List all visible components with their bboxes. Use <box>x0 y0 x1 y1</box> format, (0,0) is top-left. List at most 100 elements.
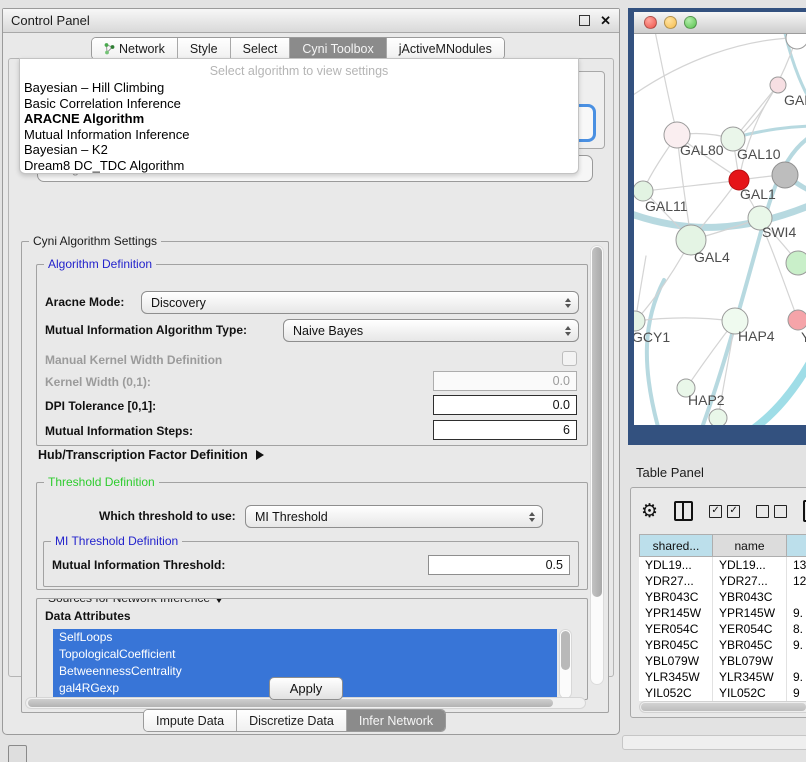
network-edge[interactable] <box>737 85 778 135</box>
tab-jactivemnodules[interactable]: jActiveMNodules <box>387 38 504 59</box>
algorithm-option-mutual-information-inference[interactable]: Mutual Information Inference <box>20 127 578 143</box>
table-cell: YDR27... <box>639 573 713 589</box>
manual-kernel-label: Manual Kernel Width Definition <box>45 353 222 367</box>
table-cell: YBR045C <box>639 637 713 653</box>
node-hap2-label: HAP2 <box>688 392 725 408</box>
network-edge[interactable] <box>636 256 646 318</box>
table-row[interactable]: YDR27...YDR27...12 <box>639 573 806 589</box>
table-row[interactable]: YBR043CYBR043C <box>639 589 806 605</box>
scrollbar-thumb[interactable] <box>592 247 602 597</box>
deselect-all-columns-icon[interactable] <box>756 505 787 518</box>
maximize-window-icon[interactable] <box>684 16 697 29</box>
table-cell: YIL052C <box>639 685 713 701</box>
table-cell <box>787 589 806 605</box>
attribute-item-selfloops[interactable]: SelfLoops <box>53 629 557 646</box>
table-row[interactable]: YLR345WYLR345W9. <box>639 669 806 685</box>
hub-definition-expander[interactable]: Hub/Transcription Factor Definition <box>38 448 264 462</box>
float-window-icon[interactable] <box>579 15 590 26</box>
mi-type-value: Naive Bayes <box>293 324 363 338</box>
close-panel-icon[interactable]: ✕ <box>600 13 611 29</box>
network-window-titlebar[interactable] <box>634 12 806 34</box>
network-edge[interactable] <box>644 181 735 191</box>
table-cell: YBR045C <box>713 637 787 653</box>
mi-type-combobox[interactable]: Naive Bayes <box>283 319 579 342</box>
network-view-window: GALGAL80GAL10GAL1GAL11SWI4GAL4GCY1HAP4YH… <box>628 8 806 445</box>
scrollbar-thumb[interactable] <box>28 699 553 707</box>
aracne-mode-value: Discovery <box>151 296 206 310</box>
network-view-inner: GALGAL80GAL10GAL1GAL11SWI4GAL4GCY1HAP4YH… <box>634 12 806 425</box>
network-edge[interactable] <box>654 34 676 129</box>
tab-discretize-data[interactable]: Discretize Data <box>237 710 347 731</box>
tab-style[interactable]: Style <box>178 38 231 59</box>
network-edge[interactable] <box>746 352 806 425</box>
table-row[interactable]: YPR145WYPR145W9. <box>639 605 806 621</box>
apply-button[interactable]: Apply <box>269 677 343 700</box>
node-table: shared...nameAYDL19...YDL19...13YDR27...… <box>639 534 806 701</box>
gear-icon[interactable]: ⚙ <box>641 502 658 521</box>
tab-network[interactable]: Network <box>92 38 178 59</box>
algorithm-option-aracne-algorithm[interactable]: ARACNE Algorithm <box>20 111 578 127</box>
dpi-tolerance-row: DPI Tolerance [0,1]: 0.0 <box>37 395 587 419</box>
table-panel: ⚙ ✓✓ shared...nameAYDL19...YDL19...13YDR… <box>630 487 806 718</box>
node-hap4-label: HAP4 <box>738 328 775 344</box>
node-green-right[interactable] <box>786 251 806 275</box>
table-horizontal-scrollbar[interactable] <box>639 701 806 713</box>
tab-label: Cyni Toolbox <box>302 42 373 56</box>
attributes-list-scrollbar[interactable] <box>559 629 572 699</box>
mi-steps-field[interactable]: 6 <box>433 420 577 440</box>
table-cell: YLR345W <box>639 669 713 685</box>
node-gcy1[interactable] <box>634 311 645 331</box>
select-all-columns-icon[interactable]: ✓✓ <box>709 505 740 518</box>
columns-icon[interactable] <box>674 501 693 521</box>
tab-label: Select <box>243 42 278 56</box>
scrollbar-thumb[interactable] <box>641 703 806 711</box>
node-unnamed-gray[interactable] <box>772 162 798 188</box>
node-gal4-label: GAL4 <box>694 249 730 265</box>
attribute-item-topologicalcoefficient[interactable]: TopologicalCoefficient <box>53 646 557 663</box>
tab-label: Infer Network <box>359 714 433 728</box>
algorithm-definition-title: Algorithm Definition <box>44 257 156 271</box>
mi-threshold-field[interactable]: 0.5 <box>428 555 570 575</box>
table-row[interactable]: YBR045CYBR045C9. <box>639 637 806 653</box>
which-threshold-label: Which threshold to use: <box>99 509 236 523</box>
algorithm-option-basic-correlation-inference[interactable]: Basic Correlation Inference <box>20 96 578 112</box>
tab-select[interactable]: Select <box>231 38 291 59</box>
table-cell: YPR145W <box>713 605 787 621</box>
dropdown-placeholder: Select algorithm to view settings <box>20 62 578 80</box>
table-cell: YDL19... <box>639 557 713 573</box>
which-threshold-combobox[interactable]: MI Threshold <box>245 505 543 528</box>
table-row[interactable]: YBL079WYBL079W <box>639 653 806 669</box>
node-gal-topright[interactable] <box>770 77 786 93</box>
minimize-window-icon[interactable] <box>664 16 677 29</box>
kernel-width-field[interactable]: 0.0 <box>433 371 577 391</box>
table-cell <box>787 653 806 669</box>
table-toolbar: ⚙ ✓✓ <box>641 496 806 526</box>
algorithm-option-bayesian-k2[interactable]: Bayesian – K2 <box>20 142 578 158</box>
node-gal11-label: GAL11 <box>645 198 688 214</box>
desktop: Control Panel ✕ NetworkStyleSelectCyni T… <box>0 0 806 762</box>
manual-kernel-checkbox[interactable] <box>562 351 577 366</box>
algorithm-option-bayesian-hill-climbing[interactable]: Bayesian – Hill Climbing <box>20 80 578 96</box>
column-header-shared[interactable]: shared... <box>639 534 713 557</box>
settings-vertical-scrollbar[interactable] <box>590 245 604 685</box>
network-edge[interactable] <box>647 280 664 425</box>
dpi-tolerance-field[interactable]: 0.0 <box>433 395 577 415</box>
table-cell: 9. <box>787 637 806 653</box>
column-header-a[interactable]: A <box>787 534 806 557</box>
tab-cyni-toolbox[interactable]: Cyni Toolbox <box>290 38 386 59</box>
algorithm-option-dream8-dc-tdc-algorithm[interactable]: Dream8 DC_TDC Algorithm <box>20 158 578 174</box>
network-canvas[interactable]: GALGAL80GAL10GAL1GAL11SWI4GAL4GCY1HAP4YH… <box>634 34 806 425</box>
tab-impute-data[interactable]: Impute Data <box>144 710 237 731</box>
sources-title[interactable]: Sources for Network Inference <box>44 598 228 605</box>
column-header-name[interactable]: name <box>713 534 787 557</box>
table-row[interactable]: YER054CYER054C8. <box>639 621 806 637</box>
minimized-panel-icon[interactable] <box>8 745 27 762</box>
node-bottom-partial[interactable] <box>709 409 727 425</box>
table-row[interactable]: YIL052CYIL052C9 <box>639 685 806 701</box>
node-pink-right[interactable] <box>788 310 806 330</box>
scrollbar-thumb[interactable] <box>561 631 570 670</box>
aracne-mode-combobox[interactable]: Discovery <box>141 291 579 314</box>
close-window-icon[interactable] <box>644 16 657 29</box>
table-row[interactable]: YDL19...YDL19...13 <box>639 557 806 573</box>
tab-infer-network[interactable]: Infer Network <box>347 710 445 731</box>
